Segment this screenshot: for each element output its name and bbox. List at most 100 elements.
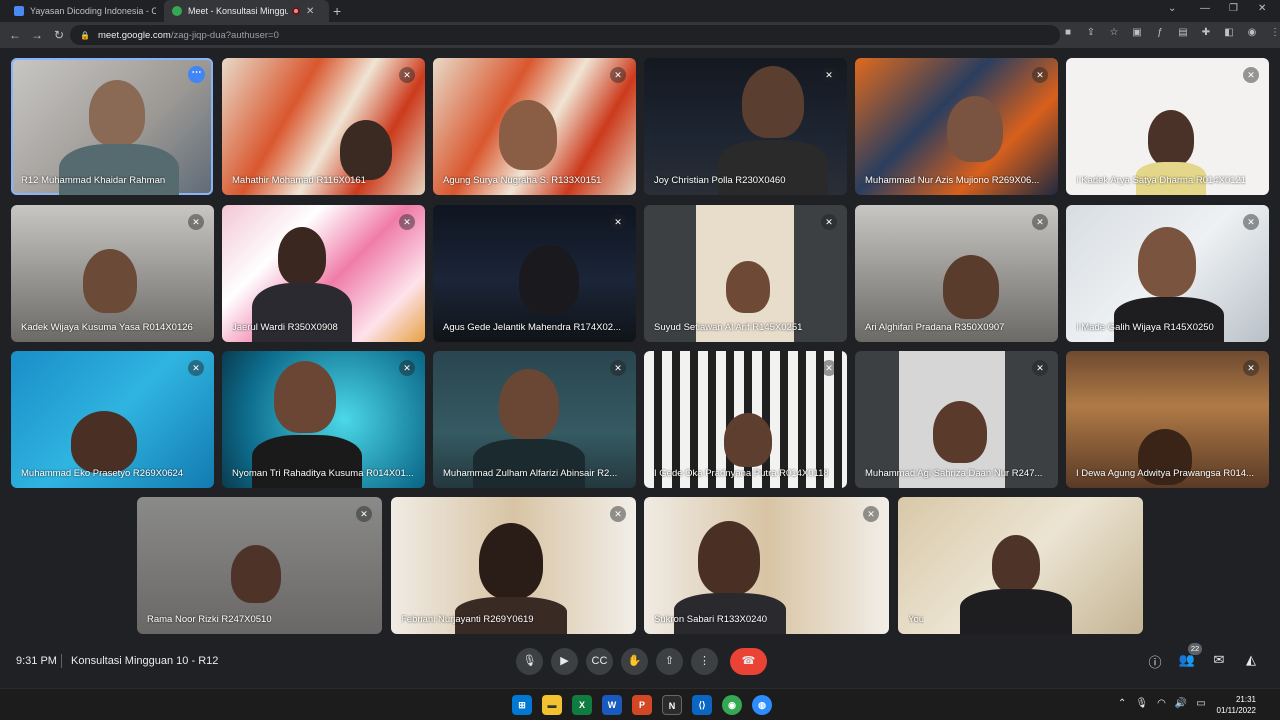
- participant-tile[interactable]: ✕ Muhammad Agi Sahriza Daan Nur R247...: [855, 351, 1058, 488]
- globe-app-icon[interactable]: ◍: [752, 695, 772, 715]
- start-button-icon[interactable]: ⊞: [512, 695, 532, 715]
- more-options-button[interactable]: ⋮: [691, 648, 718, 675]
- bookmark-star-icon[interactable]: ☆: [1108, 27, 1120, 38]
- participant-name: I Made Galih Wijaya R145X0250: [1076, 322, 1214, 333]
- participant-tile[interactable]: ✕ Jaerul Wardi R350X0908: [222, 205, 425, 342]
- participant-tile[interactable]: ✕ Muhammad Nur Azis Mujiono R269X06...: [855, 58, 1058, 195]
- back-icon[interactable]: ←: [4, 28, 26, 42]
- tab-search-icon[interactable]: ⌄: [1168, 3, 1176, 14]
- participant-name: Ari Alghifari Pradana R350X0907: [865, 322, 1005, 333]
- leave-call-button[interactable]: ☎: [730, 648, 767, 675]
- mic-off-icon: ✕: [821, 360, 837, 376]
- participant-torso: [252, 435, 362, 488]
- volume-icon[interactable]: 🔊: [1175, 698, 1187, 709]
- chat-icon[interactable]: ✉: [1210, 652, 1228, 671]
- participant-video: [83, 249, 137, 313]
- camera-button[interactable]: ▶: [551, 648, 578, 675]
- mic-off-icon: ✕: [1032, 360, 1048, 376]
- meeting-title: Konsultasi Mingguan 10 - R12: [71, 655, 219, 667]
- present-screen-button[interactable]: ⇧: [656, 648, 683, 675]
- vscode-icon[interactable]: ⟨⟩: [692, 695, 712, 715]
- mic-off-icon: ✕: [188, 214, 204, 230]
- participant-name: Nyoman Tri Rahaditya Kusuma R014X01...: [232, 468, 414, 479]
- participant-tile[interactable]: ⋯ R12 Muhammad Khaidar Rahman: [11, 58, 213, 195]
- participant-video: [698, 521, 760, 595]
- participant-tile[interactable]: ✕ I Gede Oka Pradnyana Putra R014X0118: [644, 351, 847, 488]
- participant-tile[interactable]: ✕ Sukron Sabari R133X0240: [644, 497, 889, 634]
- new-tab-button[interactable]: +: [333, 3, 341, 19]
- maximize-button[interactable]: ❐: [1229, 3, 1238, 14]
- participant-tile[interactable]: ✕ Joy Christian Polla R230X0460: [644, 58, 847, 195]
- participant-tile[interactable]: ✕ Nyoman Tri Rahaditya Kusuma R014X01...: [222, 351, 425, 488]
- forward-icon[interactable]: →: [26, 28, 48, 42]
- side-panel-icon[interactable]: ◧: [1223, 27, 1235, 38]
- participant-name: I Gede Oka Pradnyana Putra R014X0118: [654, 468, 829, 479]
- camera-icon[interactable]: ■: [1062, 27, 1074, 38]
- reload-icon[interactable]: ↻: [48, 28, 70, 42]
- close-window-button[interactable]: ✕: [1258, 3, 1266, 14]
- share-icon[interactable]: ⇪: [1085, 27, 1097, 38]
- lock-icon: 🔒: [80, 30, 90, 40]
- close-tab-icon[interactable]: ✕: [306, 6, 314, 17]
- microphone-button[interactable]: 🎙: [516, 648, 543, 675]
- participant-name: Muhammad Eko Prasetyo R269X0624: [21, 468, 184, 479]
- participant-name: Joy Christian Polla R230X0460: [654, 175, 786, 186]
- meet-favicon-icon: [172, 6, 182, 16]
- participant-tile[interactable]: ✕ Agus Gede Jelantik Mahendra R174X02...: [433, 205, 636, 342]
- mic-off-icon: ✕: [610, 214, 626, 230]
- extension-3-icon[interactable]: ▤: [1177, 27, 1189, 38]
- participant-tile[interactable]: ✕ Mahathir Mohamad R116X0161: [222, 58, 425, 195]
- participant-tile[interactable]: ✕ Febriani Nurjayanti R269Y0619: [391, 497, 636, 634]
- participant-name: Jaerul Wardi R350X0908: [232, 322, 338, 333]
- menu-kebab-icon[interactable]: ⋮: [1269, 27, 1280, 38]
- system-clock[interactable]: 21:31 01/11/2022: [1212, 694, 1256, 716]
- participant-tile[interactable]: ✕ I Made Galih Wijaya R145X0250: [1066, 205, 1269, 342]
- participant-name: I Kadek Arya Satya Dharma R014X0121: [1076, 175, 1247, 186]
- tab-meet[interactable]: Meet - Konsultasi Mingguan ✕: [164, 0, 329, 22]
- address-bar[interactable]: 🔒 meet.google.com /zag-jiqp-dua?authuser…: [70, 25, 1060, 45]
- participant-tile[interactable]: ✕ I Kadek Arya Satya Dharma R014X0121: [1066, 58, 1269, 195]
- profile-avatar-icon[interactable]: ◉: [1246, 27, 1258, 38]
- participant-tile[interactable]: ✕ Rama Noor Rizki R247X0510: [137, 497, 382, 634]
- participant-tile[interactable]: ✕ Suyud Setiawan Al Arif R145X0251: [644, 205, 847, 342]
- system-time: 21:31: [1235, 695, 1256, 704]
- mic-off-icon: ✕: [399, 360, 415, 376]
- participant-video: [278, 227, 326, 285]
- chevron-up-icon[interactable]: ⌃: [1118, 698, 1126, 709]
- battery-icon[interactable]: ▭: [1196, 698, 1205, 709]
- wifi-icon[interactable]: ◠: [1157, 698, 1166, 709]
- participant-tile[interactable]: ✕ Muhammad Eko Prasetyo R269X0624: [11, 351, 214, 488]
- extension-2-icon[interactable]: ƒ: [1154, 27, 1166, 38]
- extension-1-icon[interactable]: ▣: [1131, 27, 1143, 38]
- participant-torso: [960, 589, 1072, 634]
- tab-dicoding[interactable]: Yayasan Dicoding Indonesia - Ca: [6, 0, 164, 22]
- file-explorer-icon[interactable]: ▬: [542, 695, 562, 715]
- participant-tile[interactable]: ✕ Agung Surya Nugraha S. R133X0151: [433, 58, 636, 195]
- participant-count-badge: 22: [1188, 643, 1202, 655]
- participant-tile[interactable]: You: [898, 497, 1143, 634]
- participant-tile[interactable]: ✕ I Dewa Agung Adwitya Prawangsa R014...: [1066, 351, 1269, 488]
- minimize-button[interactable]: —: [1200, 3, 1210, 14]
- url-host: meet.google.com: [97, 29, 171, 41]
- participant-video: [231, 545, 281, 603]
- notion-icon[interactable]: N: [662, 695, 682, 715]
- captions-button[interactable]: CC: [586, 648, 613, 675]
- participant-tile[interactable]: ✕ Kadek Wijaya Kusuma Yasa R014X0126: [11, 205, 214, 342]
- meeting-details-icon[interactable]: ⓘ: [1146, 652, 1164, 671]
- word-icon[interactable]: W: [602, 695, 622, 715]
- powerpoint-icon[interactable]: P: [632, 695, 652, 715]
- participant-torso: [718, 140, 828, 195]
- participant-tile[interactable]: ✕ Ari Alghifari Pradana R350X0907: [855, 205, 1058, 342]
- raise-hand-button[interactable]: ✋: [621, 648, 648, 675]
- participant-video: [89, 80, 145, 146]
- participant-name: Rama Noor Rizki R247X0510: [147, 614, 272, 625]
- excel-icon[interactable]: X: [572, 695, 592, 715]
- participant-video: [499, 100, 557, 170]
- participant-tile[interactable]: ✕ Muhammad Zulham Alfarizi Abinsair R2..…: [433, 351, 636, 488]
- chrome-icon[interactable]: ◉: [722, 695, 742, 715]
- extensions-puzzle-icon[interactable]: ✚: [1200, 27, 1212, 38]
- activities-icon[interactable]: ◭: [1242, 652, 1260, 671]
- more-options-icon[interactable]: ⋯: [188, 66, 205, 83]
- call-controls: 🎙 ▶ CC ✋ ⇧ ⋮ ☎: [516, 648, 767, 675]
- tray-mic-icon[interactable]: 🎙: [1135, 698, 1148, 709]
